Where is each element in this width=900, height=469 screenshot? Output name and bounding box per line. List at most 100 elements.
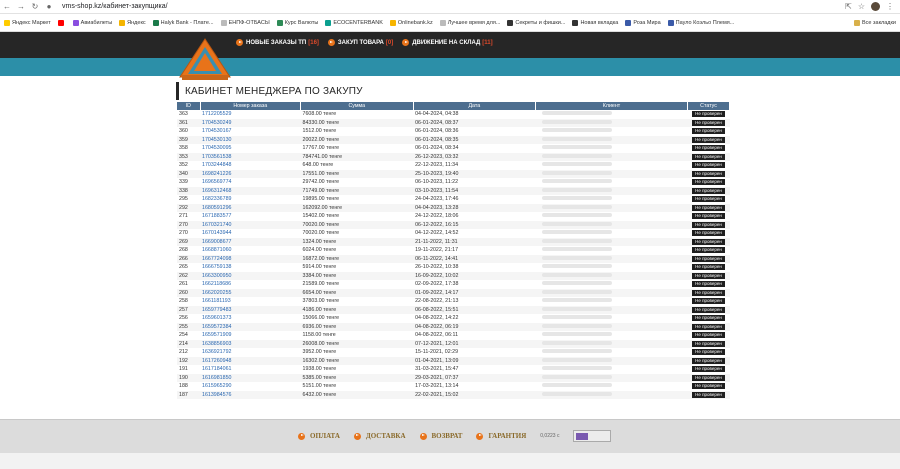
bookmark-item[interactable]: ЕНПФ-ОТБАСЫ: [220, 20, 270, 26]
status-badge[interactable]: Не проверен: [692, 323, 725, 330]
status-badge[interactable]: Не проверен: [692, 230, 725, 237]
back-icon[interactable]: ←: [0, 2, 14, 11]
order-link[interactable]: 1704530095: [202, 145, 231, 151]
bookmark-item[interactable]: [57, 20, 66, 26]
bookmark-item[interactable]: Секреты и фишки...: [507, 20, 565, 26]
order-link[interactable]: 1669008677: [202, 239, 231, 245]
status-badge[interactable]: Не проверен: [692, 221, 725, 228]
order-link[interactable]: 1696312468: [202, 188, 231, 194]
order-link[interactable]: 1667724098: [202, 256, 231, 262]
status-badge[interactable]: Не проверен: [692, 340, 725, 347]
order-link[interactable]: 1659572384: [202, 324, 231, 330]
status-badge[interactable]: Не проверен: [692, 264, 725, 271]
order-link[interactable]: 1661181193: [202, 298, 231, 304]
order-link[interactable]: 1663300950: [202, 273, 231, 279]
order-link[interactable]: 1659779483: [202, 307, 231, 313]
order-link[interactable]: 1696569774: [202, 179, 231, 185]
order-link[interactable]: 1638856903: [202, 341, 231, 347]
status-badge[interactable]: Не проверен: [692, 213, 725, 220]
status-badge[interactable]: Не проверен: [692, 128, 725, 135]
status-badge[interactable]: Не проверен: [692, 383, 725, 390]
status-badge[interactable]: Не проверен: [692, 298, 725, 305]
site-logo[interactable]: [178, 37, 232, 81]
order-link[interactable]: 1662118686: [202, 281, 231, 287]
nav-item[interactable]: ДВИЖЕНИЕ НА СКЛАД [11]: [402, 39, 493, 46]
status-badge[interactable]: Не проверен: [692, 349, 725, 356]
status-badge[interactable]: Не проверен: [692, 272, 725, 279]
order-link[interactable]: 1703244848: [202, 162, 231, 168]
status-badge[interactable]: Не проверен: [692, 281, 725, 288]
footer-nav-item[interactable]: ВОЗВРАТ: [419, 432, 462, 440]
order-link[interactable]: 1704530167: [202, 128, 231, 134]
status-badge[interactable]: Не проверен: [692, 391, 725, 398]
nav-item[interactable]: НОВЫЕ ЗАКАЗЫ ТП [16]: [236, 39, 319, 46]
status-badge[interactable]: Не проверен: [692, 119, 725, 126]
order-link[interactable]: 1613984576: [202, 392, 231, 398]
status-badge[interactable]: Не проверен: [692, 179, 725, 186]
bookmark-item[interactable]: Onlinebank.kz: [389, 20, 433, 26]
bookmark-item[interactable]: Курс Валюты: [276, 20, 318, 26]
status-badge[interactable]: Не проверен: [692, 196, 725, 203]
status-badge[interactable]: Не проверен: [692, 162, 725, 169]
profile-avatar[interactable]: [871, 2, 880, 11]
visit-counter[interactable]: [573, 430, 612, 442]
status-badge[interactable]: Не проверен: [692, 238, 725, 245]
address-bar[interactable]: vms-shop.kz/кабинет-закупщика/: [62, 3, 845, 10]
order-link[interactable]: 1659601373: [202, 315, 231, 321]
bookmark-item[interactable]: Яндекс Маркет: [4, 20, 51, 26]
status-badge[interactable]: Не проверен: [692, 366, 725, 373]
status-badge[interactable]: Не проверен: [692, 170, 725, 177]
status-badge[interactable]: Не проверен: [692, 255, 725, 262]
order-link[interactable]: 1662020255: [202, 290, 231, 296]
status-badge[interactable]: Не проверен: [692, 204, 725, 211]
footer-nav-item[interactable]: ОПЛАТА: [298, 432, 340, 440]
order-link[interactable]: 1682336789: [202, 196, 231, 202]
status-badge[interactable]: Не проверен: [692, 332, 725, 339]
order-link[interactable]: 1670321740: [202, 222, 231, 228]
bookmark-item[interactable]: Лучшее время для...: [439, 20, 500, 26]
order-link[interactable]: 1616981850: [202, 375, 231, 381]
order-link[interactable]: 1670143944: [202, 230, 231, 236]
all-bookmarks[interactable]: Все закладки: [853, 20, 896, 26]
status-badge[interactable]: Не проверен: [692, 374, 725, 381]
status-badge[interactable]: Не проверен: [692, 153, 725, 160]
order-link[interactable]: 1704530249: [202, 120, 231, 126]
bookmark-item[interactable]: Пауло Коэльо Племя...: [667, 20, 734, 26]
status-badge[interactable]: Не проверен: [692, 111, 725, 118]
order-link[interactable]: 1636921792: [202, 349, 231, 355]
status-badge[interactable]: Не проверен: [692, 136, 725, 143]
status-badge[interactable]: Не проверен: [692, 289, 725, 296]
order-link[interactable]: 1704530130: [202, 137, 231, 143]
order-link[interactable]: 1668871060: [202, 247, 231, 253]
share-icon[interactable]: ⇱: [845, 2, 852, 11]
order-link[interactable]: 1671883577: [202, 213, 231, 219]
status-badge[interactable]: Не проверен: [692, 247, 725, 254]
status-badge[interactable]: Не проверен: [692, 145, 725, 152]
footer-nav-item[interactable]: ДОСТАВКА: [353, 432, 406, 440]
order-link[interactable]: 1617184061: [202, 366, 231, 372]
status-badge[interactable]: Не проверен: [692, 357, 725, 364]
order-link[interactable]: 1666759138: [202, 264, 231, 270]
bookmark-item[interactable]: Роза Мира: [625, 20, 661, 26]
menu-icon[interactable]: ⋮: [886, 2, 894, 11]
bookmark-item[interactable]: Halyk Bank - Плате...: [152, 20, 214, 26]
bookmark-item[interactable]: Новая вкладка: [572, 20, 618, 26]
bookmark-item[interactable]: Яндекс: [119, 20, 146, 26]
status-badge[interactable]: Не проверен: [692, 187, 725, 194]
footer-nav-item[interactable]: ГАРАНТИЯ: [476, 432, 526, 440]
order-link[interactable]: 1659571909: [202, 332, 231, 338]
forward-icon[interactable]: →: [14, 2, 28, 11]
order-link[interactable]: 1698241226: [202, 171, 231, 177]
order-link[interactable]: 1680591296: [202, 205, 231, 211]
order-link[interactable]: 1712205529: [202, 111, 231, 117]
order-link[interactable]: 1615965290: [202, 383, 231, 389]
nav-item[interactable]: ЗАКУП ТОВАРА [0]: [327, 39, 393, 46]
bookmark-item[interactable]: ECOCENTERBANK: [325, 20, 383, 26]
bookmark-item[interactable]: Авиабилеты: [72, 20, 112, 26]
site-info-icon[interactable]: ●: [42, 2, 56, 11]
status-badge[interactable]: Не проверен: [692, 306, 725, 313]
order-link[interactable]: 1617260948: [202, 358, 231, 364]
order-link[interactable]: 1703561538: [202, 154, 231, 160]
status-badge[interactable]: Не проверен: [692, 315, 725, 322]
star-icon[interactable]: ☆: [858, 2, 865, 11]
